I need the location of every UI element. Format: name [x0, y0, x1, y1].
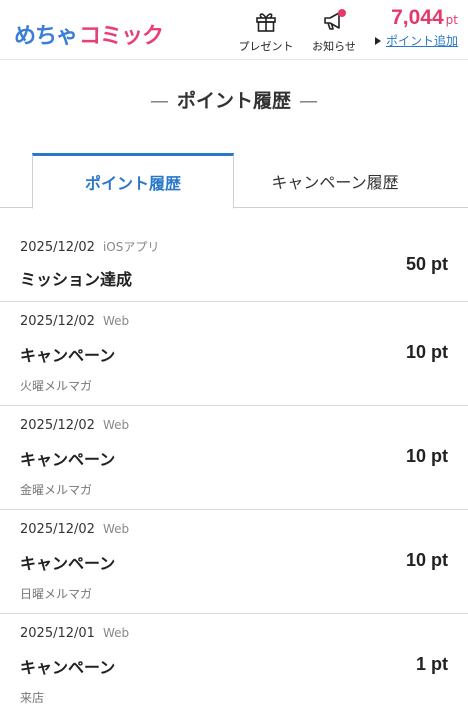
- row-title: キャンペーン: [20, 346, 116, 365]
- tab-campaign-history[interactable]: キャンペーン履歴: [234, 153, 436, 208]
- row-source: Web: [102, 626, 130, 640]
- row-note: 日曜メルマガ: [20, 587, 93, 601]
- row-amount: 50 pt: [405, 254, 448, 274]
- row-meta: 2025/12/02 iOSアプリ: [20, 238, 159, 255]
- gift-icon: [256, 13, 276, 32]
- row-note: 来店: [20, 691, 45, 704]
- add-points-label: ポイント追加: [385, 34, 458, 48]
- title-dash-right: —: [299, 90, 318, 112]
- history-row: 2025/12/02 Web キャンペーン 日曜メルマガ 10 pt: [0, 510, 468, 614]
- history-row: 2025/12/02 iOSアプリ ミッション達成 50 pt: [0, 226, 468, 302]
- row-note: 火曜メルマガ: [20, 379, 93, 393]
- triangle-right-icon: [374, 37, 381, 45]
- points-value: 7,044: [391, 6, 444, 29]
- row-source: iOSアプリ: [102, 240, 160, 254]
- row-date: 2025/12/02: [20, 240, 95, 255]
- logo-part2: コミック: [79, 24, 164, 49]
- page-title-text: ポイント履歴: [176, 90, 291, 112]
- history-list: 2025/12/02 iOSアプリ ミッション達成 50 pt 2025/12/0…: [0, 226, 468, 704]
- row-title: キャンペーン: [20, 658, 116, 677]
- row-amount: 1 pt: [415, 654, 448, 674]
- tab-point-history[interactable]: ポイント履歴: [32, 153, 234, 209]
- page-title: — ポイント履歴 —: [0, 86, 468, 113]
- row-title: キャンペーン: [20, 450, 116, 469]
- row-meta: 2025/12/02 Web: [20, 418, 129, 433]
- row-source: Web: [102, 418, 130, 432]
- add-points-link[interactable]: ポイント追加: [368, 32, 458, 49]
- logo-part1: めちゃ: [14, 24, 78, 49]
- row-date: 2025/12/02: [20, 314, 95, 329]
- title-dash-left: —: [149, 90, 169, 112]
- row-meta: 2025/12/02 Web: [20, 522, 129, 537]
- row-amount: 10 pt: [405, 550, 448, 570]
- points-box: 7,044 pt ポイント追加: [368, 6, 458, 49]
- row-meta: 2025/12/02 Web: [20, 314, 129, 329]
- present-button[interactable]: プレゼント: [234, 8, 298, 54]
- row-amount: 10 pt: [405, 446, 448, 466]
- row-title: ミッション達成: [20, 270, 133, 289]
- row-note: 金曜メルマガ: [20, 483, 93, 497]
- row-amount: 10 pt: [405, 342, 448, 362]
- present-label: プレゼント: [238, 40, 294, 53]
- row-date: 2025/12/02: [20, 522, 95, 537]
- row-source: Web: [102, 314, 130, 328]
- tab-bar: ポイント履歴 キャンペーン履歴: [0, 153, 468, 209]
- header: めちゃ コミック プレゼント お知らせ 7,044 pt ポイント追加: [0, 0, 468, 60]
- notice-button[interactable]: お知らせ: [302, 8, 366, 54]
- megaphone-icon: [324, 9, 346, 30]
- row-source: Web: [102, 522, 130, 536]
- notice-badge: [338, 9, 346, 17]
- points-unit: pt: [445, 13, 458, 27]
- row-date: 2025/12/02: [20, 418, 95, 433]
- row-meta: 2025/12/01 Web: [20, 626, 129, 641]
- history-row: 2025/12/02 Web キャンペーン 火曜メルマガ 10 pt: [0, 302, 468, 406]
- history-row: 2025/12/01 Web キャンペーン 来店 1 pt: [0, 614, 468, 704]
- row-date: 2025/12/01: [20, 626, 95, 641]
- logo[interactable]: めちゃ コミック: [14, 14, 164, 50]
- history-row: 2025/12/02 Web キャンペーン 金曜メルマガ 10 pt: [0, 406, 468, 510]
- notice-label: お知らせ: [312, 40, 356, 53]
- row-title: キャンペーン: [20, 554, 116, 573]
